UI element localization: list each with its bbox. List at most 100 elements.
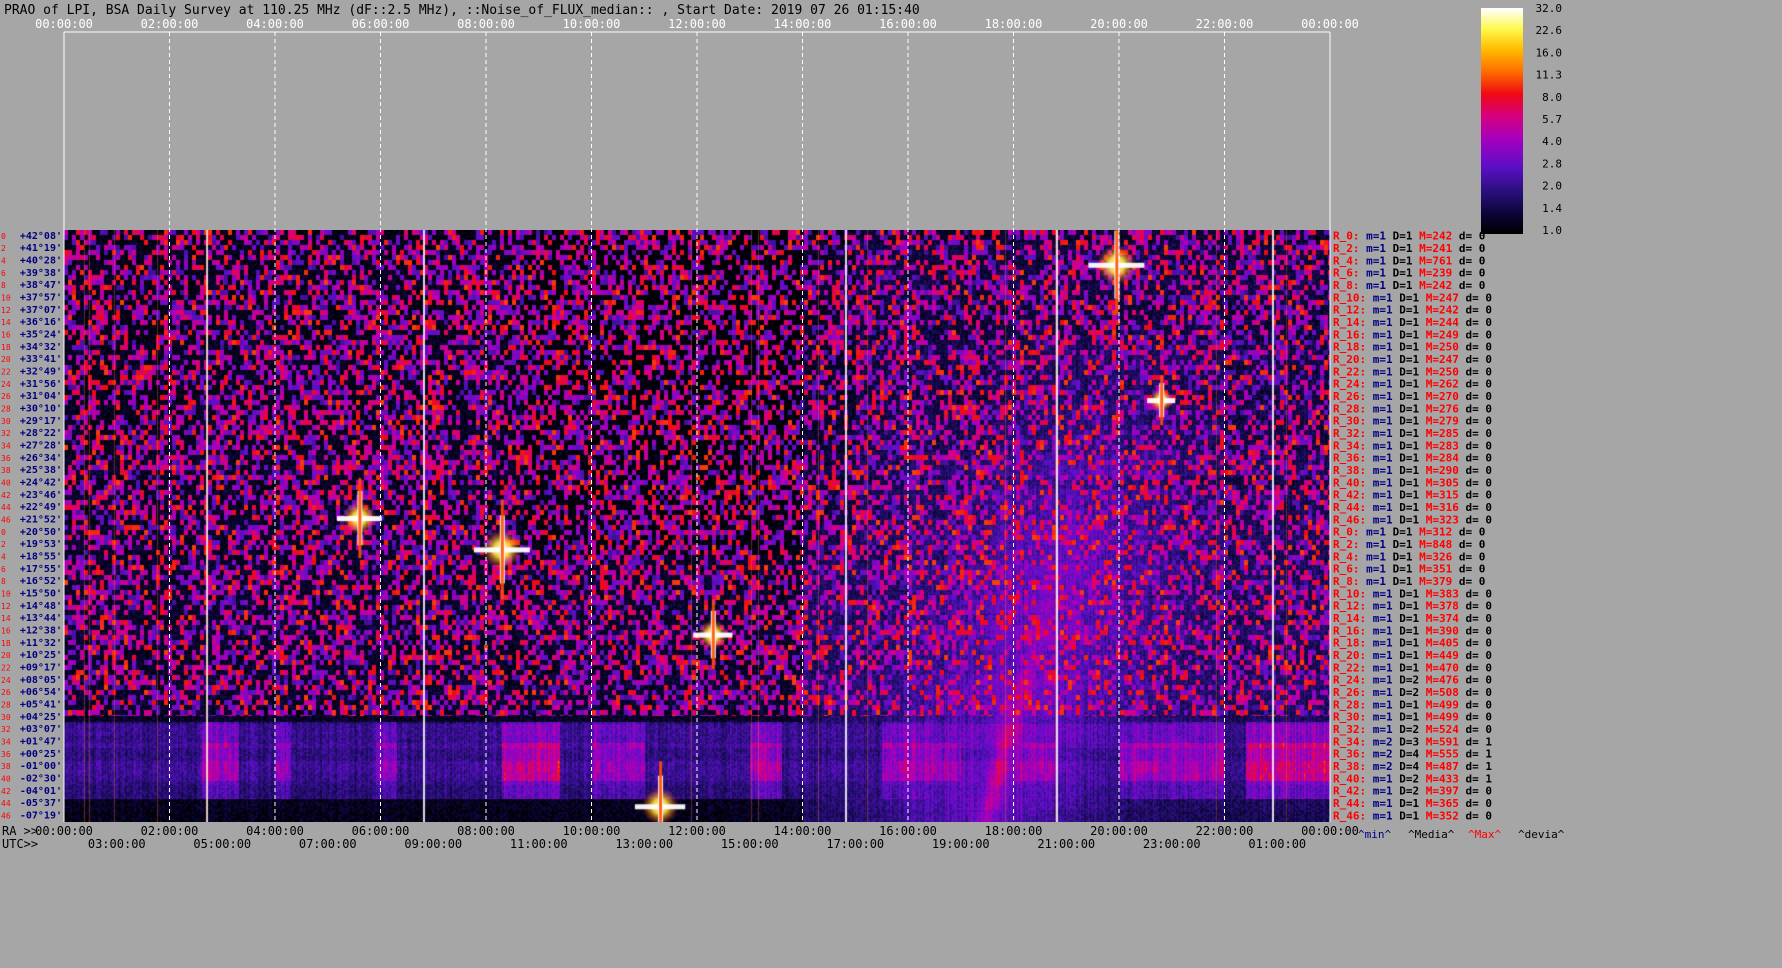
row-stat-label: R_4: m=1 D=1 M=326 d= 0 — [1333, 550, 1485, 563]
y-dec-tick-label: +28°22' — [20, 428, 62, 439]
colorbar-tick-label: 2.0 — [1542, 180, 1562, 193]
y-dec-tick-label: +19°53' — [20, 539, 62, 550]
row-number-label: 4 — [1, 257, 6, 266]
y-dec-tick-label: +41°19' — [20, 243, 62, 254]
y-dec-tick-label: -07°19' — [20, 811, 62, 822]
x-utc-tick-label: 15:00:00 — [721, 837, 779, 851]
x-top-tick-label: 02:00:00 — [141, 17, 199, 31]
y-dec-tick-label: +34°32' — [20, 342, 62, 353]
x-top-tick-label: 00:00:00 — [1301, 17, 1359, 31]
y-dec-tick-label: +30°10' — [20, 404, 62, 415]
row-stat-label: R_16: m=1 D=1 M=249 d= 0 — [1333, 328, 1492, 341]
x-utc-tick-label: 17:00:00 — [826, 837, 884, 851]
row-number-label: 4 — [1, 553, 6, 562]
colorbar-tick-label: 4.0 — [1542, 135, 1562, 148]
x-utc-tick-label: 03:00:00 — [88, 837, 146, 851]
y-dec-tick-label: +08°05' — [20, 675, 62, 686]
x-ra-tick-label: 02:00:00 — [141, 824, 199, 838]
row-stat-label: R_10: m=1 D=1 M=383 d= 0 — [1333, 587, 1492, 600]
row-number-label: 2 — [1, 244, 6, 253]
x-top-tick-label: 16:00:00 — [879, 17, 937, 31]
row-stat-label: R_30: m=1 D=1 M=279 d= 0 — [1333, 415, 1492, 428]
row-stat-label: R_24: m=1 D=2 M=476 d= 0 — [1333, 674, 1492, 687]
x-ra-tick-label: 18:00:00 — [985, 824, 1043, 838]
row-stat-label: R_2: m=1 D=1 M=848 d= 0 — [1333, 538, 1485, 551]
row-number-label: 28 — [1, 405, 11, 414]
x-ra-tick-label: 06:00:00 — [352, 824, 410, 838]
y-dec-tick-label: -02°30' — [20, 774, 62, 785]
row-number-label: 30 — [1, 713, 11, 722]
y-dec-tick-label: -04°01' — [20, 786, 62, 797]
row-number-label: 16 — [1, 627, 11, 636]
y-dec-tick-label: +37°57' — [20, 293, 62, 304]
row-number-label: 24 — [1, 676, 11, 685]
row-stat-label: R_2: m=1 D=1 M=241 d= 0 — [1333, 242, 1485, 255]
y-dec-tick-label: +23°46' — [20, 490, 62, 501]
row-number-label: 44 — [1, 799, 11, 808]
legend-max: ^Max^ — [1468, 828, 1501, 841]
row-number-label: 26 — [1, 392, 11, 401]
spectrogram-chart: 32.0 22.6 16.0 11.3 8.0 5.7 4.0 2.8 2.0 1.4 1.0 PRA… — [0, 0, 1782, 968]
colorbar-tick-label: 22.6 — [1536, 24, 1563, 37]
row-stat-label: R_12: m=1 D=1 M=378 d= 0 — [1333, 600, 1492, 613]
colorbar-tick-label: 16.0 — [1536, 46, 1563, 59]
y-dec-tick-label: +06°54' — [20, 687, 62, 698]
x-ra-tick-label: 08:00:00 — [457, 824, 515, 838]
x-utc-tick-label: 09:00:00 — [404, 837, 462, 851]
y-dec-tick-label: +33°41' — [20, 354, 62, 365]
chart-overlay: 32.0 22.6 16.0 11.3 8.0 5.7 4.0 2.8 2.0 1.4 1.0 PRA… — [1, 2, 1565, 851]
row-stat-label: R_22: m=1 D=1 M=470 d= 0 — [1333, 661, 1492, 674]
x-utc-tick-label: 07:00:00 — [299, 837, 357, 851]
x-top-tick-label: 08:00:00 — [457, 17, 515, 31]
row-number-label: 38 — [1, 762, 11, 771]
row-stat-label: R_18: m=1 D=1 M=405 d= 0 — [1333, 637, 1492, 650]
row-stat-label: R_40: m=1 D=1 M=305 d= 0 — [1333, 476, 1492, 489]
row-stat-label: R_28: m=1 D=1 M=276 d= 0 — [1333, 402, 1492, 415]
row-stat-label: R_0: m=1 D=1 M=312 d= 0 — [1333, 526, 1485, 539]
row-number-label: 8 — [1, 281, 6, 290]
y-dec-tick-label: +42°08' — [20, 231, 62, 242]
colorbar-tick-label: 8.0 — [1542, 91, 1562, 104]
row-number-label: 46 — [1, 812, 11, 821]
y-dec-tick-label: +40°28' — [20, 256, 62, 267]
row-number-label: 38 — [1, 466, 11, 475]
row-number-label: 28 — [1, 701, 11, 710]
row-stat-label: R_30: m=1 D=1 M=499 d= 0 — [1333, 711, 1492, 724]
y-dec-tick-label: +12°38' — [20, 626, 62, 637]
row-stat-label: R_38: m=1 D=1 M=290 d= 0 — [1333, 464, 1492, 477]
row-number-label: 6 — [1, 565, 6, 574]
y-dec-tick-label: +10°25' — [20, 650, 62, 661]
row-number-label: 22 — [1, 664, 11, 673]
y-dec-tick-label: +00°25' — [20, 749, 62, 760]
row-stat-label: R_14: m=1 D=1 M=244 d= 0 — [1333, 316, 1492, 329]
y-dec-tick-label: +25°38' — [20, 465, 62, 476]
x-utc-tick-label: 23:00:00 — [1143, 837, 1201, 851]
row-stat-label: R_32: m=1 D=2 M=524 d= 0 — [1333, 723, 1492, 736]
y-dec-tick-label: +36°16' — [20, 317, 62, 328]
row-stat-label: R_14: m=1 D=1 M=374 d= 0 — [1333, 612, 1492, 625]
x-utc-tick-label: 11:00:00 — [510, 837, 568, 851]
row-stat-label: R_38: m=2 D=4 M=487 d= 1 — [1333, 760, 1492, 773]
y-dec-tick-label: +21°52' — [20, 515, 62, 526]
y-dec-tick-label: +16°52' — [20, 576, 62, 587]
row-number-label: 40 — [1, 775, 11, 784]
x-utc-tick-label: 21:00:00 — [1037, 837, 1095, 851]
x-ra-tick-label: 16:00:00 — [879, 824, 937, 838]
x-top-tick-label: 22:00:00 — [1196, 17, 1254, 31]
row-number-label: 36 — [1, 454, 11, 463]
utc-axis-label: UTC>> — [2, 837, 38, 851]
x-top-tick-label: 20:00:00 — [1090, 17, 1148, 31]
y-dec-tick-label: +11°32' — [20, 638, 62, 649]
x-ra-tick-label: 00:00:00 — [1301, 824, 1359, 838]
y-dec-tick-label: +13°44' — [20, 613, 62, 624]
row-number-label: 8 — [1, 577, 6, 586]
row-stat-label: R_18: m=1 D=1 M=250 d= 0 — [1333, 341, 1492, 354]
y-dec-tick-label: +03°07' — [20, 724, 62, 735]
row-number-label: 26 — [1, 688, 11, 697]
y-dec-tick-label: +39°38' — [20, 268, 62, 279]
row-stat-label: R_12: m=1 D=1 M=242 d= 0 — [1333, 304, 1492, 317]
ra-axis-label: RA >> — [2, 824, 38, 838]
row-number-label: 32 — [1, 725, 11, 734]
row-stat-label: R_34: m=1 D=1 M=283 d= 0 — [1333, 439, 1492, 452]
x-ra-tick-label: 10:00:00 — [563, 824, 621, 838]
